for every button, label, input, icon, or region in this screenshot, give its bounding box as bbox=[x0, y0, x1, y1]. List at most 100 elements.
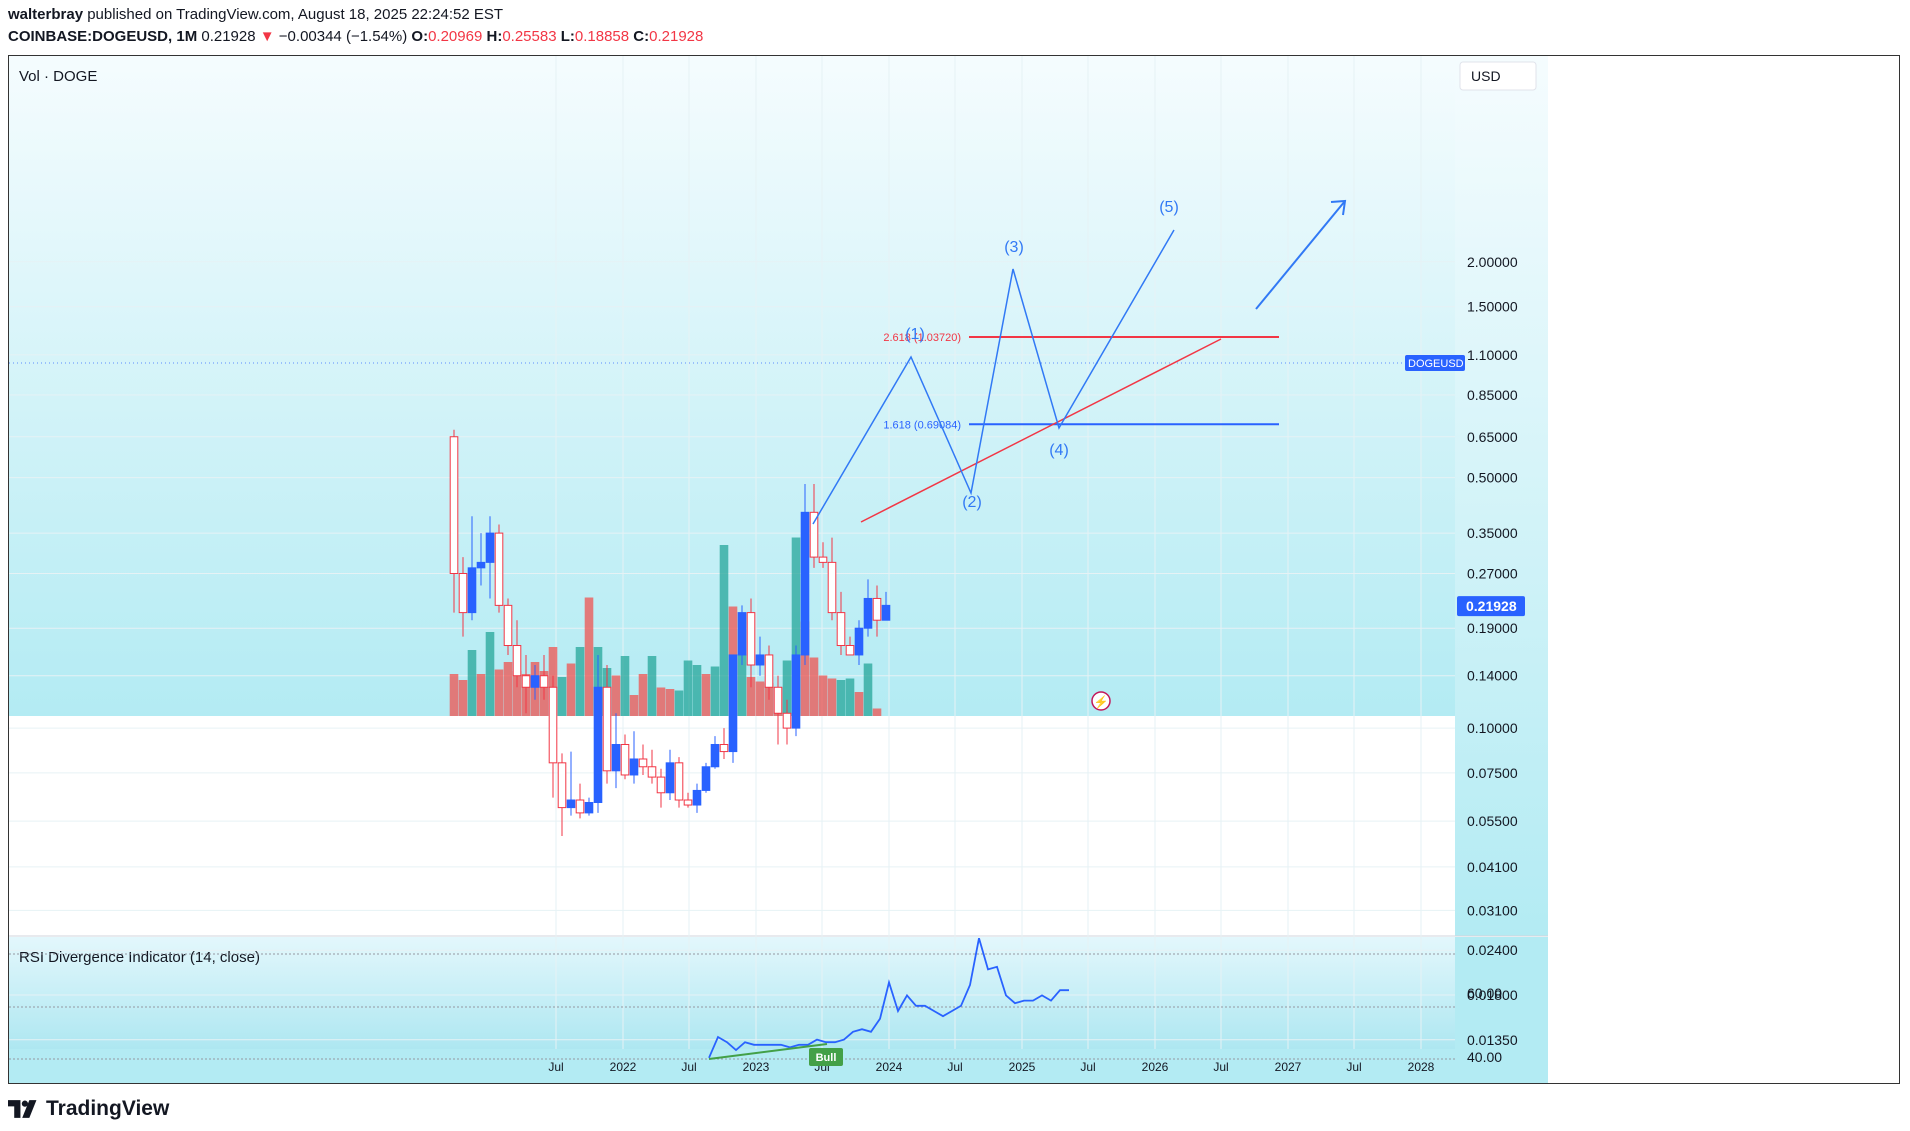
bull-label: Bull bbox=[816, 1052, 837, 1064]
candle-body bbox=[782, 712, 792, 729]
volume-bar bbox=[719, 545, 729, 716]
lightning-icon: ⚡ bbox=[1094, 695, 1109, 709]
candle-body bbox=[566, 799, 576, 809]
candle-body bbox=[656, 776, 666, 794]
candle-body bbox=[458, 572, 468, 614]
ohlc-line: COINBASE:DOGEUSD, 1M 0.21928 ▼ −0.00344 … bbox=[8, 28, 703, 45]
price-tick-label: 2.00000 bbox=[1467, 254, 1518, 270]
volume-bar bbox=[854, 692, 864, 716]
wave-label: (4) bbox=[1049, 442, 1069, 459]
symbol-label: COINBASE:DOGEUSD, 1M bbox=[8, 28, 198, 45]
price-tick-label: 0.19000 bbox=[1467, 620, 1518, 636]
volume-bar bbox=[683, 660, 693, 716]
price-chart[interactable]: DOGEUSD0.219282.618 (1.03720)1.618 (0.69… bbox=[9, 56, 1899, 1083]
time-tick-label: Jul bbox=[1346, 1060, 1361, 1074]
volume-bar bbox=[467, 650, 477, 716]
time-tick-label: 2028 bbox=[1408, 1060, 1435, 1074]
volume-bar bbox=[701, 674, 711, 716]
candle-body bbox=[791, 654, 801, 729]
time-axis-bg[interactable] bbox=[9, 1049, 1455, 1083]
volume-bar bbox=[620, 656, 630, 716]
price-axis-bg[interactable] bbox=[1455, 56, 1548, 936]
low-label: L: bbox=[560, 28, 575, 45]
candle-body bbox=[584, 802, 594, 814]
change-arrow-icon: ▼ bbox=[259, 28, 275, 45]
volume-bar bbox=[818, 675, 828, 716]
volume-bar bbox=[566, 663, 576, 716]
publish-line: walterbray published on TradingView.com,… bbox=[8, 6, 503, 23]
wave-label: (2) bbox=[962, 494, 982, 511]
author-name[interactable]: walterbray bbox=[8, 6, 83, 23]
candle-body bbox=[557, 762, 567, 809]
tradingview-logo[interactable]: TradingView bbox=[8, 1097, 169, 1121]
rsi-tick-label: 60.00 bbox=[1467, 985, 1502, 1001]
time-tick-label: Jul bbox=[548, 1060, 563, 1074]
rsi-tick-label: 40.00 bbox=[1467, 1049, 1502, 1065]
tradingview-wordmark: TradingView bbox=[46, 1097, 170, 1120]
price-tick-label: 0.05500 bbox=[1467, 813, 1518, 829]
currency-label[interactable]: USD bbox=[1471, 68, 1501, 84]
volume-bar bbox=[503, 662, 513, 716]
volume-bar bbox=[836, 680, 846, 716]
price-tick-label: 0.03100 bbox=[1467, 902, 1518, 918]
time-tick-label: 2027 bbox=[1275, 1060, 1302, 1074]
candle-body bbox=[647, 766, 657, 778]
close-label: C: bbox=[633, 28, 650, 45]
price-tick-label: 1.10000 bbox=[1467, 347, 1518, 363]
change-value: −0.00344 (−1.54%) bbox=[278, 28, 408, 45]
candle-body bbox=[701, 766, 711, 791]
volume-bar bbox=[665, 689, 675, 716]
candle-body bbox=[755, 654, 765, 666]
candle-body bbox=[575, 799, 585, 814]
volume-bar bbox=[638, 674, 648, 716]
candle-body bbox=[530, 675, 540, 688]
time-tick-label: 2023 bbox=[743, 1060, 770, 1074]
time-tick-label: 2025 bbox=[1009, 1060, 1036, 1074]
volume-bar bbox=[449, 674, 459, 716]
candle-body bbox=[521, 675, 531, 688]
candle-body bbox=[593, 686, 603, 804]
candle-body bbox=[827, 561, 837, 614]
tradingview-logo-icon bbox=[8, 1100, 37, 1118]
volume-bar bbox=[575, 647, 585, 716]
candle-body bbox=[854, 627, 864, 656]
price-tick-label: 0.65000 bbox=[1467, 429, 1518, 445]
candle-body bbox=[602, 686, 612, 772]
price-tick-label: 1.50000 bbox=[1467, 299, 1518, 315]
volume-bar bbox=[827, 678, 837, 716]
candle-body bbox=[881, 604, 891, 621]
price-tick-label: 0.07500 bbox=[1467, 765, 1518, 781]
wave-label: (5) bbox=[1159, 199, 1179, 216]
high-value: 0.25583 bbox=[502, 28, 557, 45]
candle-body bbox=[863, 597, 873, 629]
time-tick-label: Jul bbox=[947, 1060, 962, 1074]
candle-body bbox=[836, 612, 846, 647]
candle-body bbox=[719, 743, 729, 753]
candle-body bbox=[710, 743, 720, 768]
candle-body bbox=[638, 758, 648, 768]
price-tick-label: 0.50000 bbox=[1467, 470, 1518, 486]
volume-bar bbox=[476, 674, 486, 716]
candle-body bbox=[476, 561, 486, 569]
volume-bar bbox=[863, 663, 873, 716]
candle-body bbox=[503, 604, 513, 647]
candle-body bbox=[611, 743, 621, 772]
candle-body bbox=[665, 762, 675, 794]
candle-body bbox=[539, 675, 549, 688]
candle-body bbox=[845, 645, 855, 656]
candle-body bbox=[728, 654, 738, 753]
volume-bar bbox=[584, 597, 594, 716]
volume-bar bbox=[809, 657, 819, 716]
right-blank bbox=[1548, 56, 1899, 1083]
close-value: 0.21928 bbox=[649, 28, 704, 45]
candle-body bbox=[620, 743, 630, 776]
volume-bar bbox=[845, 678, 855, 716]
candle-body bbox=[512, 645, 522, 677]
volume-bar bbox=[557, 677, 567, 716]
current-price-label: 0.21928 bbox=[1466, 598, 1517, 614]
time-tick-label: Jul bbox=[1213, 1060, 1228, 1074]
volume-legend[interactable]: Vol · DOGE bbox=[19, 68, 97, 85]
time-tick-label: 2026 bbox=[1142, 1060, 1169, 1074]
candle-body bbox=[773, 686, 783, 714]
price-tick-label: 0.02400 bbox=[1467, 942, 1518, 958]
